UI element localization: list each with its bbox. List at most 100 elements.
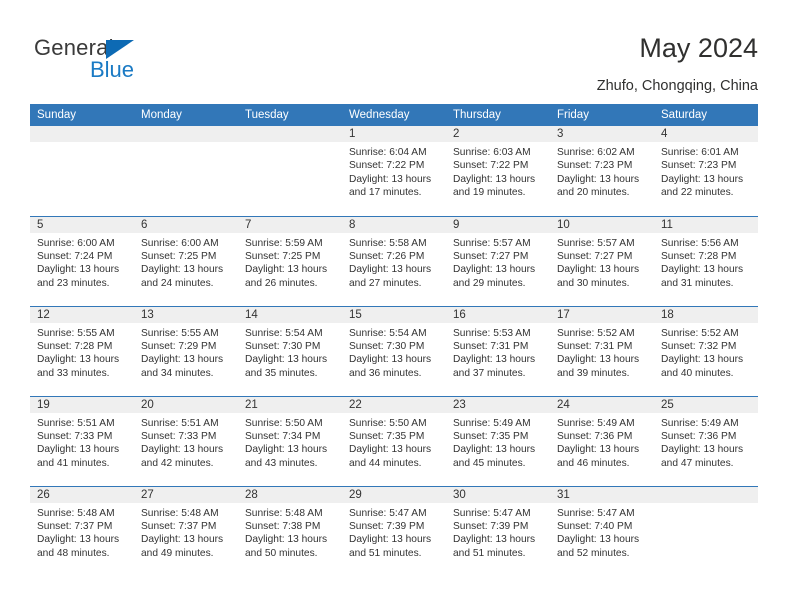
day-number: 13 <box>134 306 238 323</box>
sunrise-text: Sunrise: 5:53 AM <box>453 327 531 339</box>
calendar-day-cell[interactable]: 5 Sunrise: 6:00 AM Sunset: 7:24 PM Daylight… <box>30 215 134 306</box>
calendar-cell-empty <box>134 126 238 216</box>
daylight-text-line1: Daylight: 13 hours <box>557 264 640 276</box>
daylight-text-line1: Daylight: 13 hours <box>141 444 224 456</box>
daylight-text-line1: Daylight: 13 hours <box>453 534 536 546</box>
day-details: Sunrise: 5:56 AM Sunset: 7:28 PM Daylight:… <box>654 233 758 291</box>
calendar-day-cell[interactable]: 27 Sunrise: 5:48 AM Sunset: 7:37 PM Dayligh… <box>134 485 238 576</box>
calendar-day-cell[interactable]: 23 Sunrise: 5:49 AM Sunset: 7:35 PM Dayligh… <box>446 395 550 486</box>
day-number: 28 <box>238 486 342 503</box>
sunset-text: Sunset: 7:39 PM <box>453 520 529 532</box>
sunrise-text: Sunrise: 6:00 AM <box>37 237 115 249</box>
day-number: 29 <box>342 486 446 503</box>
sunset-text: Sunset: 7:27 PM <box>557 250 633 262</box>
calendar-day-cell[interactable]: 20 Sunrise: 5:51 AM Sunset: 7:33 PM Dayligh… <box>134 395 238 486</box>
day-number: 27 <box>134 486 238 503</box>
calendar-day-cell[interactable]: 21 Sunrise: 5:50 AM Sunset: 7:34 PM Dayligh… <box>238 395 342 486</box>
calendar-day-cell[interactable]: 29 Sunrise: 5:47 AM Sunset: 7:39 PM Dayligh… <box>342 485 446 576</box>
calendar-week-row: 5 Sunrise: 6:00 AM Sunset: 7:24 PM Daylight… <box>30 215 758 306</box>
calendar-day-cell[interactable]: 14 Sunrise: 5:54 AM Sunset: 7:30 PM Dayligh… <box>238 305 342 396</box>
daylight-text-line2: and 23 minutes. <box>37 277 110 289</box>
day-details: Sunrise: 5:47 AM Sunset: 7:39 PM Daylight:… <box>342 503 446 561</box>
calendar-day-cell[interactable]: 11 Sunrise: 5:56 AM Sunset: 7:28 PM Dayligh… <box>654 215 758 306</box>
daylight-text-line2: and 41 minutes. <box>37 457 110 469</box>
day-number: 26 <box>30 486 134 503</box>
day-details: Sunrise: 5:53 AM Sunset: 7:31 PM Daylight:… <box>446 323 550 381</box>
day-details: Sunrise: 5:51 AM Sunset: 7:33 PM Daylight:… <box>134 413 238 471</box>
sunset-text: Sunset: 7:40 PM <box>557 520 633 532</box>
calendar-day-cell[interactable]: 19 Sunrise: 5:51 AM Sunset: 7:33 PM Dayligh… <box>30 395 134 486</box>
calendar-day-cell[interactable]: 22 Sunrise: 5:50 AM Sunset: 7:35 PM Dayligh… <box>342 395 446 486</box>
daylight-text-line2: and 44 minutes. <box>349 457 422 469</box>
brand-logo[interactable]: General Blue <box>34 36 234 92</box>
daylight-text-line2: and 52 minutes. <box>557 547 630 559</box>
day-details: Sunrise: 5:59 AM Sunset: 7:25 PM Daylight:… <box>238 233 342 291</box>
day-details: Sunrise: 5:52 AM Sunset: 7:32 PM Daylight:… <box>654 323 758 381</box>
sunrise-text: Sunrise: 6:04 AM <box>349 147 427 158</box>
daylight-text-line2: and 45 minutes. <box>453 457 526 469</box>
calendar-day-cell[interactable]: 17 Sunrise: 5:52 AM Sunset: 7:31 PM Dayligh… <box>550 305 654 396</box>
calendar-day-cell[interactable]: 9 Sunrise: 5:57 AM Sunset: 7:27 PM Daylight… <box>446 215 550 306</box>
sunset-text: Sunset: 7:39 PM <box>349 520 425 532</box>
day-number: 9 <box>446 216 550 233</box>
sunrise-text: Sunrise: 5:49 AM <box>453 417 531 429</box>
daylight-text-line2: and 34 minutes. <box>141 367 214 379</box>
sunrise-text: Sunrise: 5:49 AM <box>557 417 635 429</box>
sunset-text: Sunset: 7:34 PM <box>245 430 321 442</box>
sunrise-text: Sunrise: 5:54 AM <box>349 327 427 339</box>
calendar-day-cell[interactable]: 6 Sunrise: 6:00 AM Sunset: 7:25 PM Daylight… <box>134 215 238 306</box>
sunrise-text: Sunrise: 5:52 AM <box>557 327 635 339</box>
calendar-page: General Blue May 2024 Zhufo, Chongqing, … <box>0 0 792 612</box>
sunset-text: Sunset: 7:29 PM <box>141 340 217 352</box>
calendar-day-cell[interactable]: 24 Sunrise: 5:49 AM Sunset: 7:36 PM Dayligh… <box>550 395 654 486</box>
calendar-day-cell[interactable]: 30 Sunrise: 5:47 AM Sunset: 7:39 PM Dayligh… <box>446 485 550 576</box>
daylight-text-line1: Daylight: 13 hours <box>557 534 640 546</box>
day-details: Sunrise: 5:54 AM Sunset: 7:30 PM Daylight:… <box>342 323 446 381</box>
calendar-day-cell[interactable]: 12 Sunrise: 5:55 AM Sunset: 7:28 PM Dayligh… <box>30 305 134 396</box>
calendar-day-cell[interactable]: 25 Sunrise: 5:49 AM Sunset: 7:36 PM Dayligh… <box>654 395 758 486</box>
day-number: 12 <box>30 306 134 323</box>
calendar-day-cell[interactable]: 16 Sunrise: 5:53 AM Sunset: 7:31 PM Dayligh… <box>446 305 550 396</box>
sunset-text: Sunset: 7:23 PM <box>661 160 737 172</box>
daylight-text-line1: Daylight: 13 hours <box>661 354 744 366</box>
calendar-day-cell[interactable]: 8 Sunrise: 5:58 AM Sunset: 7:26 PM Daylight… <box>342 215 446 306</box>
sunset-text: Sunset: 7:36 PM <box>661 430 737 442</box>
day-number: 1 <box>342 126 446 142</box>
daylight-text-line2: and 39 minutes. <box>557 367 630 379</box>
calendar-day-cell[interactable]: 2 Sunrise: 6:03 AM Sunset: 7:22 PM Daylight… <box>446 126 550 216</box>
day-number: 22 <box>342 396 446 413</box>
calendar-day-cell[interactable]: 26 Sunrise: 5:48 AM Sunset: 7:37 PM Dayligh… <box>30 485 134 576</box>
weekday-header-saturday: Saturday <box>654 104 758 126</box>
calendar-day-cell[interactable]: 28 Sunrise: 5:48 AM Sunset: 7:38 PM Dayligh… <box>238 485 342 576</box>
day-number <box>134 126 238 142</box>
sunrise-text: Sunrise: 6:00 AM <box>141 237 219 249</box>
calendar-day-cell[interactable]: 15 Sunrise: 5:54 AM Sunset: 7:30 PM Dayligh… <box>342 305 446 396</box>
sunrise-text: Sunrise: 5:54 AM <box>245 327 323 339</box>
daylight-text-line1: Daylight: 13 hours <box>245 444 328 456</box>
calendar-day-cell[interactable]: 4 Sunrise: 6:01 AM Sunset: 7:23 PM Daylight… <box>654 126 758 216</box>
daylight-text-line1: Daylight: 13 hours <box>245 264 328 276</box>
calendar-day-cell[interactable]: 10 Sunrise: 5:57 AM Sunset: 7:27 PM Dayligh… <box>550 215 654 306</box>
calendar-day-cell[interactable]: 7 Sunrise: 5:59 AM Sunset: 7:25 PM Daylight… <box>238 215 342 306</box>
daylight-text-line2: and 43 minutes. <box>245 457 318 469</box>
day-number: 17 <box>550 306 654 323</box>
calendar-day-cell[interactable]: 1 Sunrise: 6:04 AM Sunset: 7:22 PM Daylight… <box>342 126 446 216</box>
daylight-text-line2: and 49 minutes. <box>141 547 214 559</box>
calendar-week-row: 12 Sunrise: 5:55 AM Sunset: 7:28 PM Dayligh… <box>30 305 758 396</box>
day-details: Sunrise: 6:01 AM Sunset: 7:23 PM Daylight:… <box>654 142 758 200</box>
sunset-text: Sunset: 7:25 PM <box>141 250 217 262</box>
day-details: Sunrise: 5:48 AM Sunset: 7:37 PM Daylight:… <box>30 503 134 561</box>
calendar-day-cell[interactable]: 13 Sunrise: 5:55 AM Sunset: 7:29 PM Dayligh… <box>134 305 238 396</box>
page-title: May 2024 <box>639 33 758 63</box>
calendar-day-cell[interactable]: 31 Sunrise: 5:47 AM Sunset: 7:40 PM Dayligh… <box>550 485 654 576</box>
day-details: Sunrise: 5:51 AM Sunset: 7:33 PM Daylight:… <box>30 413 134 471</box>
day-details: Sunrise: 6:03 AM Sunset: 7:22 PM Daylight:… <box>446 142 550 200</box>
sunset-text: Sunset: 7:38 PM <box>245 520 321 532</box>
sunrise-text: Sunrise: 5:48 AM <box>141 507 219 519</box>
daylight-text-line2: and 46 minutes. <box>557 457 630 469</box>
day-number: 10 <box>550 216 654 233</box>
sunrise-text: Sunrise: 5:50 AM <box>245 417 323 429</box>
calendar-day-cell[interactable]: 3 Sunrise: 6:02 AM Sunset: 7:23 PM Daylight… <box>550 126 654 216</box>
sunset-text: Sunset: 7:37 PM <box>37 520 113 532</box>
calendar-day-cell[interactable]: 18 Sunrise: 5:52 AM Sunset: 7:32 PM Dayligh… <box>654 305 758 396</box>
